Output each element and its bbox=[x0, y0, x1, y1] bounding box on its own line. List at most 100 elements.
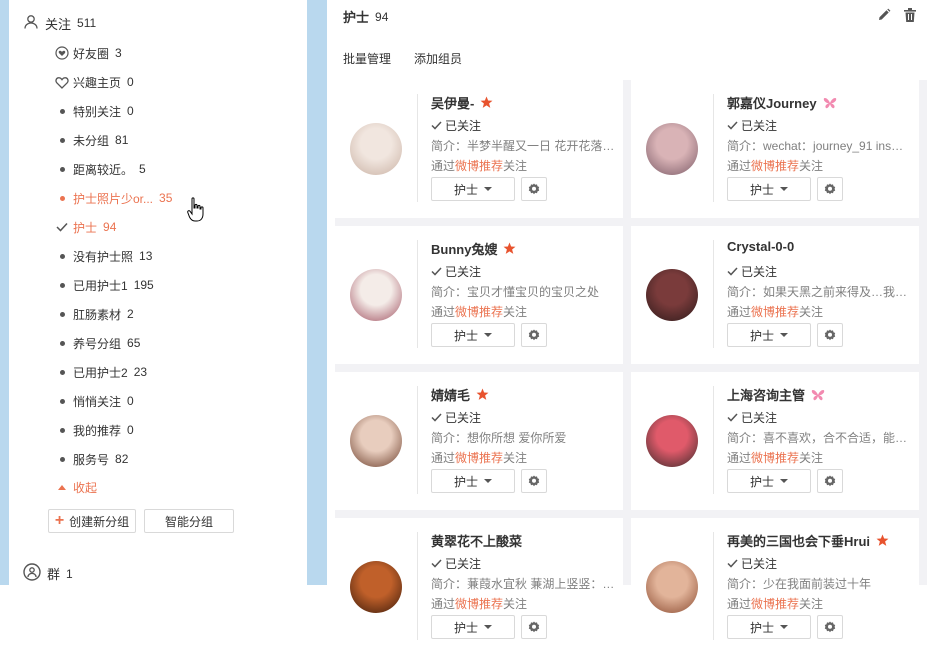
edit-pencil-icon[interactable] bbox=[877, 8, 891, 25]
avatar[interactable] bbox=[350, 415, 402, 467]
member-card[interactable]: 黄翠花不上酸菜 已关注 简介：蒹葭水宜秋 蒹湖上竖竖：当… 通过微博推荐关注 护士 bbox=[335, 518, 623, 656]
member-name[interactable]: 吴伊曼- bbox=[431, 93, 474, 112]
member-intro: 简介：wechat：journey_91 ins：… bbox=[727, 139, 915, 153]
group-tag-dropdown[interactable]: 护士 bbox=[431, 177, 515, 201]
recommend-link[interactable]: 微博推荐 bbox=[751, 597, 799, 611]
card-divider bbox=[417, 240, 418, 348]
member-name-row: Crystal-0-0 bbox=[727, 239, 794, 254]
via-suffix: 关注 bbox=[799, 305, 824, 319]
recommend-link[interactable]: 微博推荐 bbox=[455, 159, 503, 173]
followed-label: 已关注 bbox=[445, 411, 482, 425]
sidebar-group-item[interactable]: 没有护士照 13 bbox=[55, 247, 152, 265]
sidebar-group-item[interactable]: 悄悄关注 0 bbox=[55, 392, 134, 410]
member-card[interactable]: 上海咨询主管 已关注 简介：喜不喜欢，合不合适，能不… 通过微博推荐关注 护士 bbox=[631, 372, 919, 510]
avatar[interactable] bbox=[350, 561, 402, 613]
group-tag-dropdown[interactable]: 护士 bbox=[727, 615, 811, 639]
member-name[interactable]: 郭嘉仪Journey bbox=[727, 93, 817, 112]
member-card[interactable]: Crystal-0-0 已关注 简介：如果天黑之前来得及…我要… 通过微博推荐关注 护士 bbox=[631, 226, 919, 364]
member-name[interactable]: 黄翠花不上酸菜 bbox=[431, 531, 522, 550]
card-settings-button[interactable] bbox=[817, 469, 843, 493]
group-tag-dropdown[interactable]: 护士 bbox=[431, 469, 515, 493]
card-settings-button[interactable] bbox=[817, 615, 843, 639]
avatar[interactable] bbox=[646, 123, 698, 175]
member-name[interactable]: 婧婧毛 bbox=[431, 385, 470, 404]
sidebar-group-item[interactable]: 兴趣主页 0 bbox=[55, 73, 134, 91]
avatar[interactable] bbox=[646, 415, 698, 467]
group-count: 2 bbox=[127, 307, 134, 321]
member-card[interactable]: 郭嘉仪Journey 已关注 简介：wechat：journey_91 ins：… 通… bbox=[631, 80, 919, 218]
batch-manage-link[interactable]: 批量管理 bbox=[343, 50, 391, 67]
recommend-link[interactable]: 微博推荐 bbox=[751, 451, 799, 465]
followed-status: 已关注 bbox=[431, 117, 481, 134]
collapse-link[interactable]: 收起 bbox=[55, 478, 97, 496]
group-name: 悄悄关注 bbox=[73, 394, 122, 409]
via-suffix: 关注 bbox=[503, 159, 528, 173]
member-grid: 吴伊曼- 已关注 简介：半梦半醒又一日 花开花落年… 通过微博推荐关注 护士 郭嘉仪Jou… bbox=[335, 80, 927, 656]
recommend-link[interactable]: 微博推荐 bbox=[751, 305, 799, 319]
create-group-label: 创建新分组 bbox=[69, 514, 130, 529]
card-settings-button[interactable] bbox=[817, 177, 843, 201]
member-card[interactable]: Bunny兔嫂 已关注 简介：宝贝才懂宝贝的宝贝之处 通过微博推荐关注 护士 bbox=[335, 226, 623, 364]
add-member-link[interactable]: 添加组员 bbox=[414, 50, 462, 67]
member-name[interactable]: 再美的三国也会下垂Hrui bbox=[727, 531, 870, 550]
group-name: 好友圈 bbox=[73, 46, 110, 61]
group-tag-dropdown[interactable]: 护士 bbox=[727, 323, 811, 347]
recommend-link[interactable]: 微博推荐 bbox=[455, 451, 503, 465]
gear-icon bbox=[824, 621, 836, 633]
create-group-button[interactable]: + 创建新分组 bbox=[48, 509, 136, 533]
sidebar-group-item[interactable]: 已用护士2 23 bbox=[55, 363, 147, 381]
avatar[interactable] bbox=[646, 269, 698, 321]
trash-icon[interactable] bbox=[904, 8, 916, 25]
followed-label: 已关注 bbox=[445, 119, 482, 133]
sidebar-group-item[interactable]: 护士 94 bbox=[55, 218, 116, 236]
group-tag-dropdown[interactable]: 护士 bbox=[431, 323, 515, 347]
card-settings-button[interactable] bbox=[521, 323, 547, 347]
member-card[interactable]: 吴伊曼- 已关注 简介：半梦半醒又一日 花开花落年… 通过微博推荐关注 护士 bbox=[335, 80, 623, 218]
card-settings-button[interactable] bbox=[817, 323, 843, 347]
followed-status: 已关注 bbox=[431, 555, 481, 572]
card-settings-button[interactable] bbox=[521, 469, 547, 493]
group-chat-count: 1 bbox=[66, 566, 73, 581]
avatar[interactable] bbox=[350, 269, 402, 321]
via-prefix: 通过 bbox=[727, 159, 752, 173]
card-settings-button[interactable] bbox=[521, 615, 547, 639]
card-divider bbox=[713, 386, 714, 494]
member-card[interactable]: 婧婧毛 已关注 简介：想你所想 爱你所爱 通过微博推荐关注 护士 bbox=[335, 372, 623, 510]
group-chat-header[interactable]: 群 1 bbox=[23, 563, 73, 584]
avatar[interactable] bbox=[646, 561, 698, 613]
member-name[interactable]: 上海咨询主管 bbox=[727, 385, 805, 404]
sidebar-group-item[interactable]: 服务号 82 bbox=[55, 450, 128, 468]
member-name[interactable]: Crystal-0-0 bbox=[727, 239, 794, 254]
group-tag-dropdown[interactable]: 护士 bbox=[431, 615, 515, 639]
sidebar-group-item[interactable]: 护士照片少or... 35 bbox=[55, 189, 172, 207]
followed-status: 已关注 bbox=[727, 409, 777, 426]
group-tag-dropdown[interactable]: 护士 bbox=[727, 177, 811, 201]
avatar[interactable] bbox=[350, 123, 402, 175]
member-card[interactable]: 再美的三国也会下垂Hrui 已关注 简介：少在我面前装过十年 通过微博推荐关注 护士 bbox=[631, 518, 919, 656]
sidebar-group-item[interactable]: 好友圈 3 bbox=[55, 44, 122, 62]
sidebar-group-item[interactable]: 养号分组 65 bbox=[55, 334, 140, 352]
group-count: 82 bbox=[115, 452, 129, 466]
sidebar-group-item[interactable]: 未分组 81 bbox=[55, 131, 128, 149]
bullet-dot-icon bbox=[55, 282, 69, 288]
caret-down-icon bbox=[780, 333, 788, 337]
sidebar-group-item[interactable]: 已用护士1 195 bbox=[55, 276, 154, 294]
recommend-link[interactable]: 微博推荐 bbox=[751, 159, 799, 173]
member-name-row: 再美的三国也会下垂Hrui bbox=[727, 531, 889, 550]
recommend-link[interactable]: 微博推荐 bbox=[455, 305, 503, 319]
smart-group-button[interactable]: 智能分组 bbox=[144, 509, 234, 533]
followed-label: 已关注 bbox=[445, 557, 482, 571]
followed-status: 已关注 bbox=[431, 409, 481, 426]
following-header[interactable]: 关注 511 bbox=[23, 13, 96, 33]
recommend-link[interactable]: 微博推荐 bbox=[455, 597, 503, 611]
check-icon bbox=[727, 121, 738, 130]
sidebar-group-item[interactable]: 距离较近。 5 bbox=[55, 160, 146, 178]
group-chat-icon bbox=[23, 563, 41, 584]
group-tag-dropdown[interactable]: 护士 bbox=[727, 469, 811, 493]
sidebar-group-item[interactable]: 特别关注 0 bbox=[55, 102, 134, 120]
card-settings-button[interactable] bbox=[521, 177, 547, 201]
via-prefix: 通过 bbox=[431, 451, 456, 465]
sidebar-group-item[interactable]: 肛肠素材 2 bbox=[55, 305, 134, 323]
sidebar-group-item[interactable]: 我的推荐 0 bbox=[55, 421, 134, 439]
member-name[interactable]: Bunny兔嫂 bbox=[431, 239, 497, 258]
